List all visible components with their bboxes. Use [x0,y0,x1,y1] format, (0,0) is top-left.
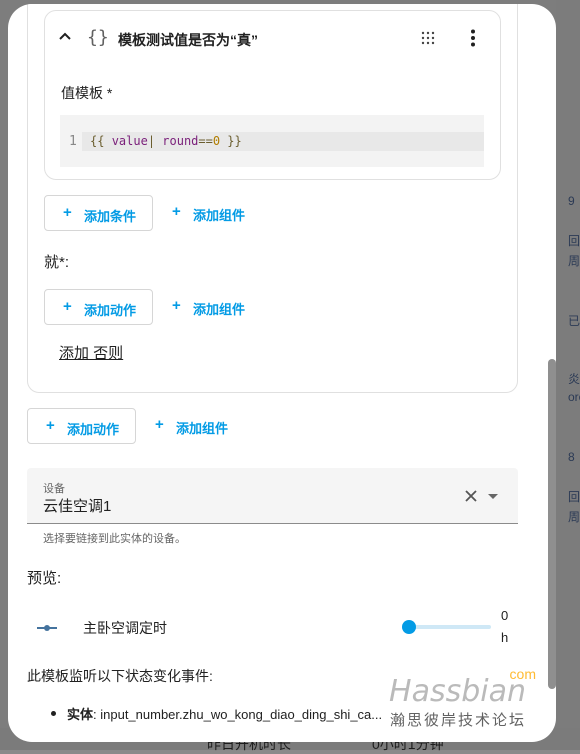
device-select[interactable]: 设备 云佳空调1 [27,468,518,524]
add-action-button[interactable]: + 添加动作 [44,289,153,325]
input-number-icon [37,625,57,631]
slider-value: 0 [501,608,509,623]
drag-grip-icon[interactable] [421,31,435,45]
add-block-button[interactable]: + 添加组件 [172,195,262,229]
add-block-button[interactable]: + 添加组件 [172,289,262,323]
template-editor-dialog: {} 模板测试值是否为“真” 值模板 * 1 {{ value| round==… [8,4,556,742]
slider-knob[interactable] [402,620,416,634]
clear-icon[interactable] [464,489,478,503]
entity-listener-item: 实体: input_number.zhu_wo_kong_diao_ding_s… [67,704,382,723]
then-label: 就*: [44,254,70,271]
plus-icon: + [155,416,164,433]
device-select-value: 云佳空调1 [43,498,112,515]
entity-name: 主卧空调定时 [83,620,167,636]
bg-text: 周 [568,254,580,268]
chevron-up-icon[interactable] [57,28,73,44]
bg-text: 周 [568,510,580,524]
device-select-label: 设备 [43,483,65,495]
code-editor[interactable]: 1 {{ value| round==0 }} [60,115,484,167]
add-block-button[interactable]: + 添加组件 [155,408,245,442]
entity-id: : input_number.zhu_wo_kong_diao_ding_shi… [93,707,383,722]
plus-icon: + [172,297,181,314]
plus-icon: + [63,298,72,315]
device-helper-text: 选择要链接到此实体的设备。 [43,533,186,545]
watermark-slogan: 瀚思彼岸技术论坛 [389,712,526,729]
add-condition-button[interactable]: + 添加条件 [44,195,153,231]
bg-text: 9 [568,194,575,208]
bg-text: 回 [568,234,580,248]
bg-text: ore [568,390,580,404]
add-else-link[interactable]: 添加 否则 [59,342,123,363]
add-action-button[interactable]: + 添加动作 [27,408,136,444]
watermark: Hassbian com 瀚思彼岸技术论坛 [389,666,536,730]
slider-unit: h [501,630,509,645]
bullet-dot [51,711,56,716]
listen-title: 此模板监听以下状态变化事件: [27,668,213,684]
value-template-label: 值模板 * [61,85,113,101]
entity-label: 实体 [67,707,94,722]
bg-text: 回 [568,490,580,504]
plus-icon: + [46,417,55,434]
preview-title: 预览: [27,570,62,587]
bg-text: 已 [568,314,580,328]
line-number: 1 [69,134,77,149]
scrollbar[interactable] [548,359,556,689]
more-vert-icon[interactable] [469,29,477,47]
plus-icon: + [63,204,72,221]
condition-title: 模板测试值是否为“真” [118,32,258,48]
bg-text: 8 [568,450,575,464]
slider-track[interactable] [409,625,491,629]
condition-card-header[interactable]: {} 模板测试值是否为“真” [45,11,500,67]
plus-icon: + [172,203,181,220]
braces-icon: {} [87,27,109,48]
bg-text: 炎 [568,372,580,386]
watermark-com: com [509,666,536,682]
dropdown-arrow-icon[interactable] [488,494,498,499]
watermark-brand: Hassbian [389,674,526,709]
condition-card: {} 模板测试值是否为“真” 值模板 * 1 {{ value| round==… [44,10,501,180]
code-text[interactable]: {{ value| round==0 }} [90,134,242,148]
